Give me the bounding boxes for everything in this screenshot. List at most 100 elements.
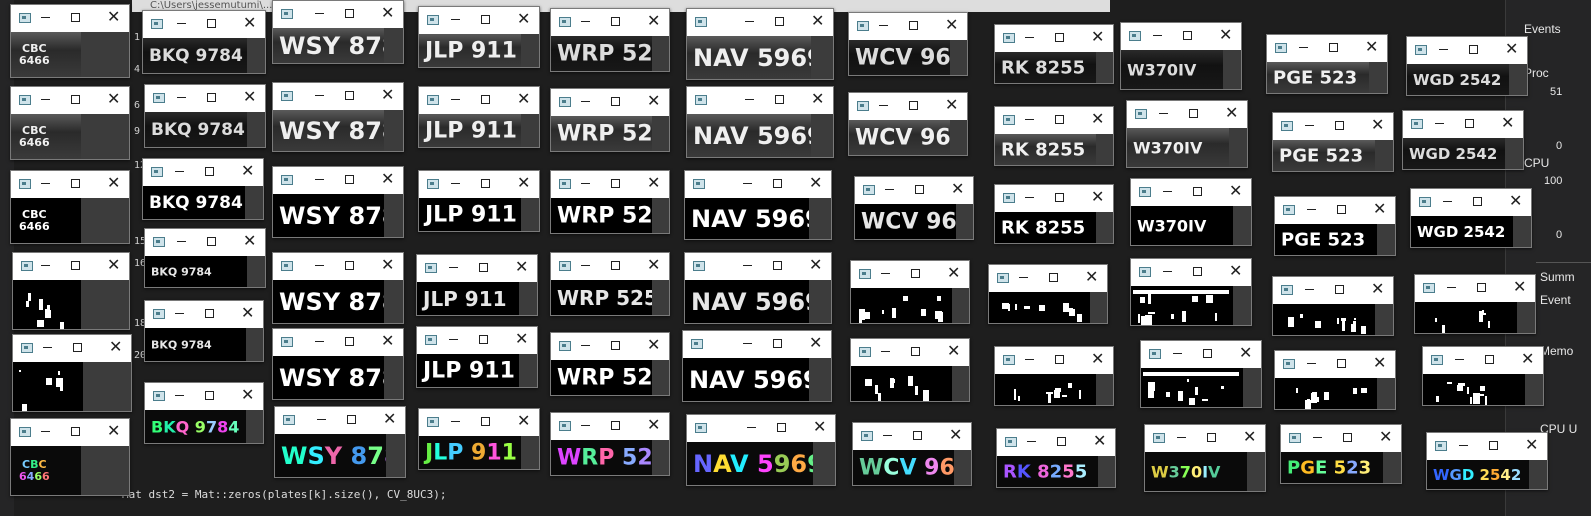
maximize-icon[interactable] [1207,433,1216,442]
window-titlebar[interactable]: ✕ [11,87,129,114]
maximize-icon[interactable] [71,179,80,188]
maximize-icon[interactable] [345,337,354,346]
minimize-icon[interactable] [581,425,590,426]
plate-window-wgd[interactable]: ✕ WGD 2542 [1410,188,1532,248]
plate-window-nav[interactable]: ✕NAV 5969 [682,330,832,402]
close-icon[interactable]: ✕ [381,4,394,22]
minimize-icon[interactable] [1435,123,1444,124]
plate-window-cbc[interactable]: ✕ CBC 6466 [10,86,130,160]
maximize-icon[interactable] [909,21,918,30]
minimize-icon[interactable] [451,19,460,20]
window-titlebar[interactable]: ✕ [145,229,265,256]
minimize-icon[interactable] [581,183,590,184]
window-titlebar[interactable]: ✕ [273,167,403,194]
maximize-icon[interactable] [1337,205,1346,214]
close-icon[interactable]: ✕ [1371,116,1384,134]
minimize-icon[interactable] [745,99,754,100]
maximize-icon[interactable] [1477,283,1486,292]
window-titlebar[interactable]: ✕ [853,423,971,450]
close-icon[interactable]: ✕ [951,180,964,198]
plate-window-wgd[interactable]: ✕ WGD 2542 [1406,36,1528,96]
maximize-icon[interactable] [481,179,490,188]
close-icon[interactable]: ✕ [243,14,256,32]
close-icon[interactable]: ✕ [107,174,120,192]
window-titlebar[interactable]: ✕ [1415,275,1535,302]
maximize-icon[interactable] [345,261,354,270]
plate-window-wcv[interactable]: ✕ [850,338,970,402]
plate-window-rk[interactable]: ✕ [988,264,1108,324]
plate-window-jlp[interactable]: ✕ JLP 911 [416,326,538,388]
close-icon[interactable]: ✕ [809,256,822,274]
maximize-icon[interactable] [777,423,786,432]
maximize-icon[interactable] [611,341,620,350]
plate-window-cbc[interactable]: ✕ [12,252,130,330]
window-titlebar[interactable]: ✕ [1131,179,1251,206]
window-titlebar[interactable]: ✕ [273,1,403,28]
close-icon[interactable]: ✕ [1509,192,1522,210]
maximize-icon[interactable] [1057,437,1066,446]
minimize-icon[interactable] [41,99,50,100]
maximize-icon[interactable] [1337,359,1346,368]
minimize-icon[interactable] [1025,197,1034,198]
minimize-icon[interactable] [1455,359,1464,360]
plate-window-jlp[interactable]: ✕ JLP 911 [418,86,540,148]
window-titlebar[interactable]: ✕ [551,9,669,36]
close-icon[interactable]: ✕ [515,330,528,348]
minimize-icon[interactable] [1439,49,1448,50]
maximize-icon[interactable] [611,97,620,106]
maximize-icon[interactable] [71,261,80,270]
plate-window-cbc[interactable]: ✕ CBC 6466 [10,418,130,496]
plate-window-nav[interactable]: ✕NAV 5969 [686,8,834,80]
maximize-icon[interactable] [207,237,216,246]
window-titlebar[interactable]: ✕ [995,107,1113,134]
minimize-icon[interactable] [581,101,590,102]
plate-window-bkq[interactable]: ✕ BKQ 9784 [144,300,264,362]
close-icon[interactable]: ✕ [241,304,254,322]
maximize-icon[interactable] [73,343,82,352]
close-icon[interactable]: ✕ [813,418,826,436]
minimize-icon[interactable] [1459,445,1468,446]
close-icon[interactable]: ✕ [517,412,530,430]
close-icon[interactable]: ✕ [381,170,394,188]
minimize-icon[interactable] [885,189,894,190]
minimize-icon[interactable] [1447,287,1456,288]
plate-window-jlp[interactable]: ✕ JLP 911 [416,254,538,316]
close-icon[interactable]: ✕ [1365,38,1378,56]
plate-window-wrp[interactable]: ✕ WRP 525 [550,88,670,152]
maximize-icon[interactable] [775,17,784,26]
close-icon[interactable]: ✕ [647,256,660,274]
close-icon[interactable]: ✕ [1091,110,1104,128]
maximize-icon[interactable] [345,9,354,18]
plate-window-jlp[interactable]: ✕ JLP 911 [418,6,540,68]
window-titlebar[interactable]: ✕ [1127,101,1247,128]
maximize-icon[interactable] [205,167,214,176]
minimize-icon[interactable] [581,345,590,346]
close-icon[interactable]: ✕ [1505,40,1518,58]
window-titlebar[interactable]: ✕ [11,171,129,198]
minimize-icon[interactable] [879,25,888,26]
maximize-icon[interactable] [911,347,920,356]
minimize-icon[interactable] [43,347,52,348]
close-icon[interactable]: ✕ [647,12,660,30]
plate-window-wsy[interactable]: ✕ WSY 8789 [272,252,404,324]
maximize-icon[interactable] [207,19,216,28]
close-icon[interactable]: ✕ [1219,26,1232,44]
minimize-icon[interactable] [1019,277,1028,278]
plate-window-wsy[interactable]: ✕ WSY 8789 [272,82,404,152]
window-titlebar[interactable]: ✕ [1267,35,1387,62]
close-icon[interactable]: ✕ [647,92,660,110]
maximize-icon[interactable] [1329,43,1338,52]
minimize-icon[interactable] [743,265,752,266]
plate-window-wcv[interactable]: ✕ WCV 9605 [848,92,968,156]
close-icon[interactable]: ✕ [107,8,120,26]
window-titlebar[interactable]: ✕ [273,329,403,356]
plate-window-wcv[interactable]: ✕ WCV 9605 [852,422,972,486]
maximize-icon[interactable] [1055,115,1064,124]
close-icon[interactable]: ✕ [1379,428,1392,446]
minimize-icon[interactable] [1153,35,1162,36]
window-titlebar[interactable]: ✕ [1423,347,1543,374]
window-titlebar[interactable]: ✕ [551,89,669,116]
close-icon[interactable]: ✕ [647,174,660,192]
minimize-icon[interactable] [315,265,324,266]
maximize-icon[interactable] [773,261,782,270]
